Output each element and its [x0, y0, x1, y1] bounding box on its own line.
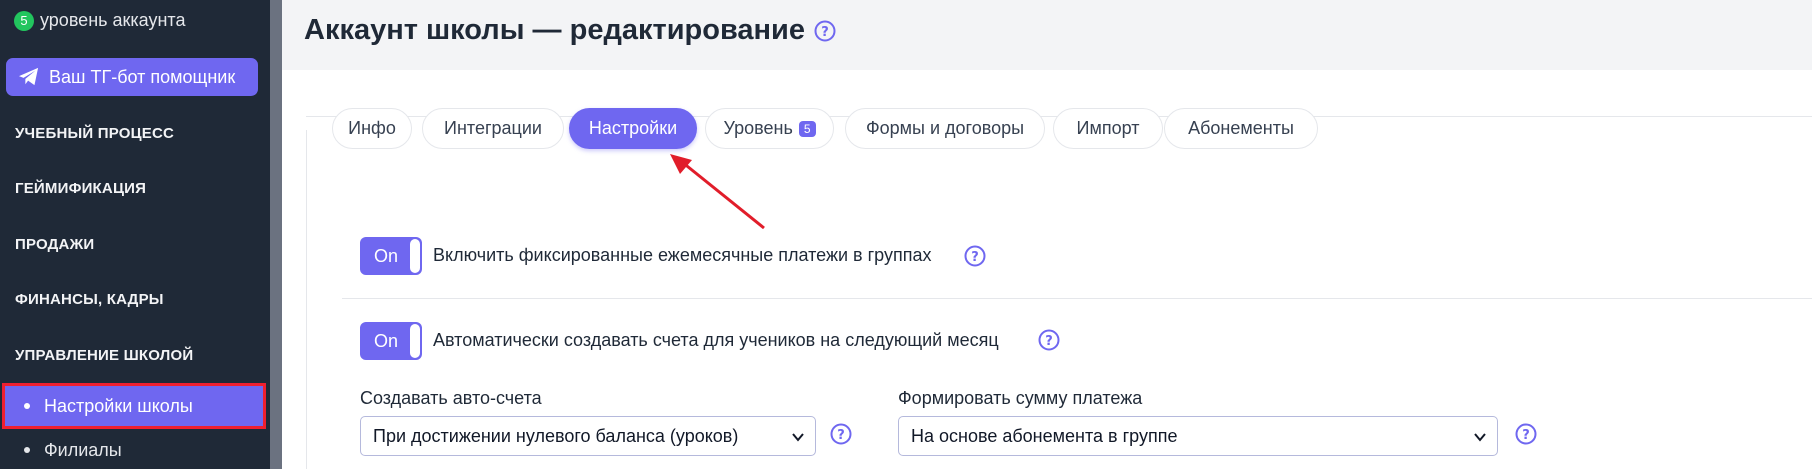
payment-sum-select[interactable]: На основе абонемента в группе [898, 416, 1498, 456]
level-badge: 5 [14, 10, 34, 31]
chevron-down-icon [1474, 433, 1486, 442]
section-divider [342, 298, 1812, 299]
sidebar-scrollbar[interactable] [270, 0, 282, 469]
tab-forms-contracts[interactable]: Формы и договоры [845, 108, 1045, 149]
bullet-icon [24, 403, 30, 409]
sidebar-item-school-settings[interactable]: Настройки школы [2, 383, 266, 429]
auto-invoice-select[interactable]: При достижении нулевого баланса (уроков) [360, 416, 816, 456]
sidebar-item-branches[interactable]: Филиалы [2, 432, 266, 468]
help-icon[interactable]: ? [1038, 329, 1060, 351]
chevron-down-icon [792, 433, 804, 442]
bullet-icon [24, 447, 30, 453]
menu-section-finance[interactable]: ФИНАНСЫ, КАДРЫ [15, 291, 164, 308]
card-border [306, 130, 307, 469]
tab-settings[interactable]: Настройки [569, 108, 697, 149]
help-icon[interactable]: ? [814, 20, 836, 42]
svg-text:?: ? [1045, 334, 1053, 349]
help-icon[interactable]: ? [830, 423, 852, 445]
menu-section-gamification[interactable]: ГЕЙМИФИКАЦИЯ [15, 180, 146, 197]
payment-sum-field-label: Формировать сумму платежа [898, 388, 1143, 408]
tg-bot-button[interactable]: Ваш ТГ-бот помощник [6, 58, 258, 96]
account-level: 5 уровень аккаунта [14, 10, 185, 31]
sidebar: 5 уровень аккаунта Ваш ТГ-бот помощник У… [0, 0, 270, 469]
svg-text:?: ? [837, 428, 845, 443]
help-icon[interactable]: ? [964, 245, 986, 267]
tab-level-badge: 5 [798, 120, 816, 137]
annotation-arrow [670, 154, 765, 230]
main-content: Аккаунт школы — редактирование ? Инфо Ин… [282, 0, 1812, 469]
menu-section-school-management[interactable]: УПРАВЛЕНИЕ ШКОЛОЙ [15, 347, 193, 364]
sidebar-item-label: Настройки школы [44, 395, 193, 416]
svg-text:?: ? [1522, 428, 1530, 443]
tab-level[interactable]: Уровень 5 [705, 108, 834, 149]
fixed-payments-label: Включить фиксированные ежемесячные плате… [433, 245, 932, 265]
tab-integrations[interactable]: Интеграции [422, 108, 564, 149]
auto-invoice-field-label: Создавать авто-счета [360, 388, 542, 408]
tg-bot-label: Ваш ТГ-бот помощник [49, 66, 236, 87]
page-title-text: Аккаунт школы — редактирование [304, 14, 806, 46]
svg-text:?: ? [971, 250, 979, 265]
auto-invoices-label: Автоматически создавать счета для ученик… [433, 330, 999, 350]
page-title: Аккаунт школы — редактирование ? [304, 14, 836, 47]
toggle-fixed-monthly-payments[interactable]: On [360, 237, 422, 275]
tab-import[interactable]: Импорт [1053, 108, 1163, 149]
menu-section-learning[interactable]: УЧЕБНЫЙ ПРОЦЕСС [15, 125, 174, 142]
help-icon[interactable]: ? [1515, 423, 1537, 445]
menu-section-sales[interactable]: ПРОДАЖИ [15, 236, 94, 253]
sidebar-item-label: Филиалы [44, 439, 122, 460]
level-text: уровень аккаунта [40, 10, 186, 30]
tab-subscriptions[interactable]: Абонементы [1164, 108, 1318, 149]
tab-info[interactable]: Инфо [332, 108, 412, 149]
telegram-icon [19, 67, 39, 86]
svg-text:?: ? [821, 25, 829, 40]
toggle-auto-invoices[interactable]: On [360, 322, 422, 360]
